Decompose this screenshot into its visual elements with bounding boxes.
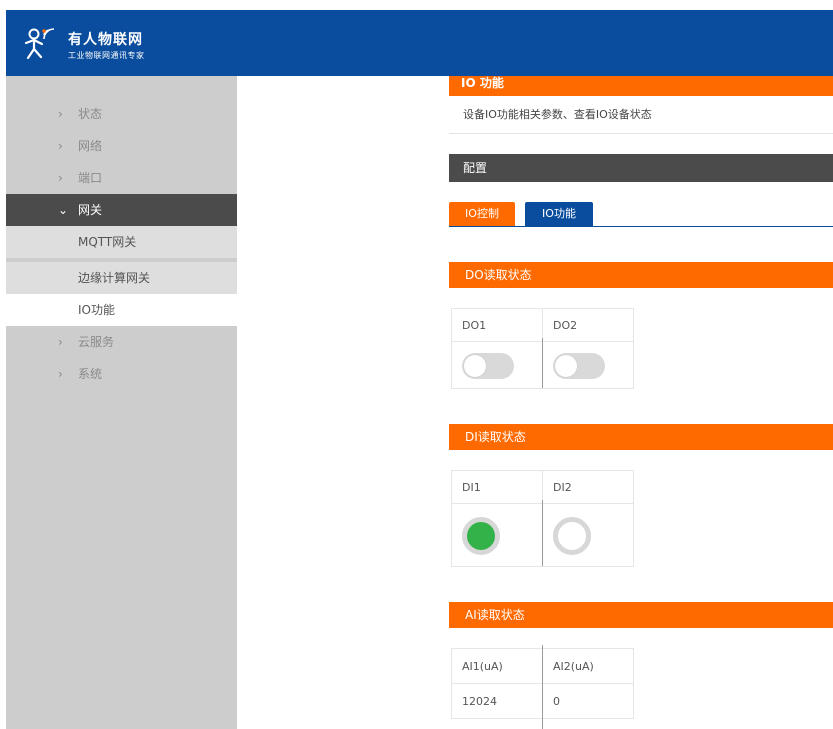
di2-status-indicator: [553, 517, 591, 555]
sidebar-subitem-io-function[interactable]: IO功能: [6, 294, 237, 326]
column-divider: [542, 500, 543, 566]
page-description: 设备IO功能相关参数、查看IO设备状态: [449, 96, 833, 134]
di2-label-cell: DI2: [542, 470, 634, 504]
sidebar-item-port[interactable]: › 端口: [6, 162, 237, 194]
chevron-right-icon: ›: [58, 107, 63, 121]
ai2-label-cell: AI2(uA): [542, 648, 634, 684]
sidebar-subitem-mqtt-gateway[interactable]: MQTT网关: [6, 226, 237, 258]
chevron-down-icon: ⌄: [58, 203, 69, 217]
do2-toggle-cell: [542, 341, 634, 389]
chevron-right-icon: ›: [58, 335, 63, 349]
sidebar-item-gateway[interactable]: ⌄ 网关: [6, 194, 237, 226]
do1-toggle[interactable]: [462, 353, 514, 379]
ai1-label: AI1(uA): [462, 660, 503, 673]
sidebar-item-label: 端口: [78, 171, 103, 185]
sidebar-item-label: 状态: [78, 107, 103, 121]
sidebar-subitem-edge-gateway[interactable]: 边缘计算网关: [6, 262, 237, 294]
tab-io-function[interactable]: IO功能: [525, 202, 593, 226]
sidebar-item-label: 网关: [78, 203, 103, 217]
ai-status-header: AI读取状态: [449, 602, 833, 628]
top-header: 有人物联网 工业物联网通讯专家: [6, 10, 833, 76]
di2-label: DI2: [553, 481, 572, 494]
sidebar-item-status[interactable]: › 状态: [6, 98, 237, 130]
sidebar-item-network[interactable]: › 网络: [6, 130, 237, 162]
tab-bar: IO控制 IO功能: [449, 202, 833, 227]
sidebar-nav: › 状态 › 网络 › 端口 ⌄ 网关 MQTT网关 边缘计算网关 IO功能 ›…: [6, 76, 237, 729]
config-section-header: 配置: [449, 154, 833, 182]
di1-label-cell: DI1: [451, 470, 543, 504]
brand-subtitle: 工业物联网通讯专家: [68, 51, 145, 60]
do1-label: DO1: [462, 319, 487, 332]
sidebar-subitem-label: 边缘计算网关: [78, 271, 151, 285]
ai1-value: 12024: [462, 695, 497, 708]
page-title: IO 功能: [449, 76, 833, 96]
ai2-value-cell: 0: [542, 683, 634, 719]
toggle-knob: [464, 355, 486, 377]
main-content: IO 功能 设备IO功能相关参数、查看IO设备状态 配置 IO控制 IO功能 D…: [237, 76, 833, 729]
person-signal-logo-icon: [24, 28, 55, 60]
sidebar-subitem-label: IO功能: [78, 303, 115, 317]
di1-label: DI1: [462, 481, 481, 494]
do2-toggle[interactable]: [553, 353, 605, 379]
brand-title: 有人物联网: [68, 32, 143, 48]
di1-indicator-cell: [451, 503, 543, 567]
do1-label-cell: DO1: [451, 308, 543, 342]
chevron-right-icon: ›: [58, 171, 63, 185]
sidebar-item-system[interactable]: › 系统: [6, 358, 237, 390]
do2-label-cell: DO2: [542, 308, 634, 342]
do-status-header: DO读取状态: [449, 262, 833, 288]
column-divider: [542, 338, 543, 388]
ai1-label-cell: AI1(uA): [451, 648, 543, 684]
sidebar-item-label: 网络: [78, 139, 103, 153]
sidebar-item-cloud-service[interactable]: › 云服务: [6, 326, 237, 358]
sidebar-subitem-label: MQTT网关: [78, 235, 137, 249]
di1-status-indicator: [462, 517, 500, 555]
ai1-value-cell: 12024: [451, 683, 543, 719]
chevron-right-icon: ›: [58, 367, 63, 381]
sidebar-item-label: 云服务: [78, 335, 115, 349]
column-divider: [542, 645, 543, 729]
sidebar-item-label: 系统: [78, 367, 103, 381]
di-status-header: DI读取状态: [449, 424, 833, 450]
do2-label: DO2: [553, 319, 578, 332]
do1-toggle-cell: [451, 341, 543, 389]
toggle-knob: [555, 355, 577, 377]
di2-indicator-cell: [542, 503, 634, 567]
ai2-value: 0: [553, 695, 560, 708]
ai2-label: AI2(uA): [553, 660, 594, 673]
chevron-right-icon: ›: [58, 139, 63, 153]
tab-io-control[interactable]: IO控制: [449, 202, 515, 226]
